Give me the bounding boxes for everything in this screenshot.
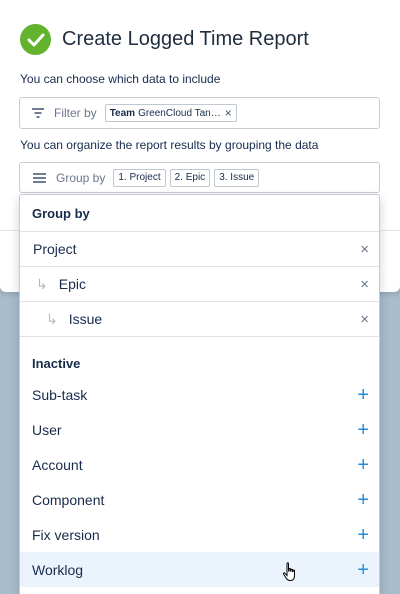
dropdown-header: Group by: [20, 195, 379, 232]
sub-arrow-icon: ↳: [46, 310, 58, 327]
selected-item-label: Project: [33, 241, 77, 257]
inactive-item-label: User: [32, 421, 62, 438]
close-icon[interactable]: ×: [360, 311, 369, 328]
filter-icon: [32, 108, 44, 118]
inactive-item-fix-version[interactable]: Fix version +: [20, 517, 379, 552]
inactive-item-worklog[interactable]: Worklog +: [20, 552, 379, 587]
filter-label: Filter by: [54, 106, 97, 120]
group-chip-issue[interactable]: 3. Issue: [214, 168, 260, 187]
menu-icon: [33, 172, 46, 183]
close-icon[interactable]: ×: [360, 241, 369, 258]
selected-item-epic[interactable]: ↳ Epic ×: [20, 267, 379, 302]
inactive-item-label: Fix version: [32, 526, 100, 543]
filter-hint: You can choose which data to include: [20, 72, 221, 86]
check-circle-icon: [20, 24, 51, 55]
inactive-item-component[interactable]: Component +: [20, 482, 379, 517]
group-by-field[interactable]: Group by 1. Project 2. Epic 3. Issue: [19, 162, 380, 193]
sub-arrow-icon: ↳: [36, 275, 48, 292]
group-chip-label: 3. Issue: [219, 172, 255, 183]
close-icon[interactable]: ×: [360, 276, 369, 293]
group-hint: You can organize the report results by g…: [20, 138, 319, 152]
selected-item-issue[interactable]: ↳ Issue ×: [20, 302, 379, 337]
inactive-item-subtask[interactable]: Sub-task +: [20, 377, 379, 412]
plus-icon[interactable]: +: [357, 525, 369, 545]
inactive-item-label: Sub-task: [32, 386, 88, 403]
close-icon[interactable]: ×: [225, 106, 232, 120]
dialog-header: Create Logged Time Report: [20, 24, 309, 55]
group-by-dropdown: Group by Project × ↳ Epic × ↳ Issue × In…: [19, 194, 380, 594]
inactive-item-account[interactable]: Account +: [20, 447, 379, 482]
plus-icon[interactable]: +: [357, 385, 369, 405]
group-chip-label: 1. Project: [118, 172, 161, 183]
filter-chip-value: GreenCloud Tan…: [138, 107, 221, 119]
group-chip-project[interactable]: 1. Project: [113, 168, 166, 187]
plus-icon[interactable]: +: [357, 490, 369, 510]
group-by-label: Group by: [56, 170, 106, 185]
inactive-item-label: Account: [32, 456, 83, 473]
inactive-item-label: Worklog: [32, 561, 84, 578]
group-chip-epic[interactable]: 2. Epic: [169, 168, 211, 187]
selected-item-label: Issue: [68, 311, 103, 327]
inactive-item-user[interactable]: User +: [20, 412, 379, 447]
filter-chip-key: Team: [109, 107, 136, 119]
hand-pointer-icon: [282, 562, 298, 587]
plus-icon[interactable]: +: [357, 420, 369, 440]
group-chip-label: 2. Epic: [174, 172, 206, 183]
plus-icon[interactable]: +: [357, 455, 369, 475]
inactive-header: Inactive: [32, 356, 81, 371]
selected-item-label: Epic: [58, 276, 86, 292]
dialog-title: Create Logged Time Report: [62, 28, 309, 50]
filter-chip-team[interactable]: Team GreenCloud Tan… ×: [104, 104, 237, 122]
selected-item-project[interactable]: Project ×: [20, 232, 379, 267]
inactive-item-label: Component: [32, 491, 105, 508]
filter-field[interactable]: Filter by Team GreenCloud Tan… ×: [19, 97, 380, 129]
plus-icon[interactable]: +: [357, 560, 369, 580]
